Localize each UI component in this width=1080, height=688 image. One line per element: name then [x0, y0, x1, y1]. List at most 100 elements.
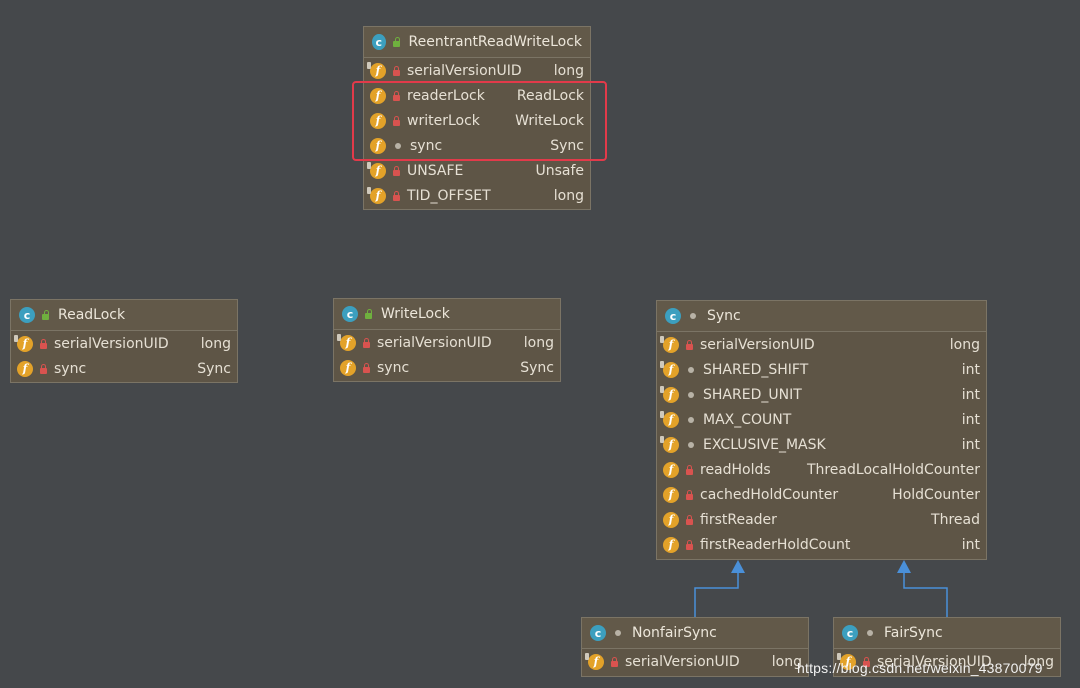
package-dot-icon: [688, 366, 694, 373]
edge-fair-to-sync: [897, 560, 948, 617]
field-row[interactable]: f readHolds ThreadLocalHoldCounter: [657, 457, 986, 482]
class-icon: c: [590, 625, 606, 641]
field-type: int: [961, 411, 980, 428]
field-type: long: [949, 336, 980, 353]
field-name: serialVersionUID: [625, 653, 740, 670]
class-title: FairSync: [884, 625, 943, 641]
field-type: Unsafe: [535, 162, 584, 179]
field-row[interactable]: f cachedHoldCounter HoldCounter: [657, 482, 986, 507]
field-name: sync: [54, 360, 87, 377]
field-name: cachedHoldCounter: [700, 486, 839, 503]
private-icon: [392, 190, 401, 201]
field-type: Sync: [520, 359, 554, 376]
field-type: Sync: [197, 360, 231, 377]
private-icon: [392, 65, 401, 76]
class-node-sync[interactable]: c Sync f serialVersionUID long f SHARED_…: [656, 300, 987, 560]
class-node-readlock[interactable]: c ReadLock f serialVersionUID long f syn…: [10, 299, 238, 383]
field-icon: f: [367, 186, 386, 204]
field-type: long: [523, 334, 554, 351]
field-name: MAX_COUNT: [703, 411, 792, 428]
package-dot-icon: [688, 391, 694, 398]
class-title: Sync: [707, 308, 741, 324]
class-title: WriteLock: [381, 306, 450, 322]
private-icon: [685, 464, 694, 475]
package-dot-icon: [690, 313, 696, 319]
field-name: serialVersionUID: [407, 62, 522, 79]
field-name: serialVersionUID: [377, 334, 492, 351]
field-icon: f: [340, 359, 356, 376]
field-row[interactable]: f serialVersionUID long: [11, 331, 237, 356]
field-icon: f: [367, 61, 386, 79]
field-name: UNSAFE: [407, 162, 464, 179]
class-node-writelock[interactable]: c WriteLock f serialVersionUID long f sy…: [333, 298, 561, 382]
field-row[interactable]: f TID_OFFSET long: [364, 183, 590, 208]
node-header: c WriteLock: [334, 299, 560, 330]
class-title: ReentrantReadWriteLock: [408, 34, 582, 50]
field-row[interactable]: f serialVersionUID long: [582, 649, 808, 674]
private-icon: [685, 514, 694, 525]
public-icon: [392, 37, 401, 47]
watermark-text: https://blog.csdn.net/weixin_43870079: [797, 660, 1043, 676]
field-row[interactable]: f sync Sync: [11, 356, 237, 381]
node-header: c NonfairSync: [582, 618, 808, 649]
field-icon: f: [367, 161, 386, 179]
package-dot-icon: [867, 630, 873, 636]
field-icon: f: [663, 461, 679, 478]
field-icon: f: [660, 410, 679, 428]
field-row[interactable]: f SHARED_UNIT int: [657, 382, 986, 407]
field-type: long: [553, 187, 584, 204]
field-name: SHARED_SHIFT: [703, 361, 809, 378]
class-node-nonfairsync[interactable]: c NonfairSync f serialVersionUID long: [581, 617, 809, 677]
class-icon: c: [842, 625, 858, 641]
class-title: ReadLock: [58, 307, 126, 323]
field-icon: f: [663, 511, 679, 528]
class-icon: c: [19, 307, 35, 323]
field-name: sync: [377, 359, 410, 376]
node-header: c FairSync: [834, 618, 1060, 649]
package-dot-icon: [688, 416, 694, 423]
field-name: firstReaderHoldCount: [700, 536, 851, 553]
field-name: EXCLUSIVE_MASK: [703, 436, 826, 453]
private-icon: [39, 363, 48, 374]
field-type: int: [961, 361, 980, 378]
field-icon: f: [663, 486, 679, 503]
private-icon: [392, 165, 401, 176]
private-icon: [685, 539, 694, 550]
field-row[interactable]: f SHARED_SHIFT int: [657, 357, 986, 382]
field-name: serialVersionUID: [54, 335, 169, 352]
field-type: Thread: [931, 511, 980, 528]
field-row[interactable]: f firstReaderHoldCount int: [657, 532, 986, 557]
package-dot-icon: [688, 441, 694, 448]
field-icon: f: [660, 360, 679, 378]
package-dot-icon: [615, 630, 621, 636]
field-name: SHARED_UNIT: [703, 386, 802, 403]
field-type: int: [961, 436, 980, 453]
field-icon: f: [337, 333, 356, 351]
field-type: int: [961, 536, 980, 553]
field-name: serialVersionUID: [700, 336, 815, 353]
class-icon: c: [342, 306, 358, 322]
field-row[interactable]: f serialVersionUID long: [364, 58, 590, 83]
field-icon: f: [17, 360, 33, 377]
field-icon: f: [663, 536, 679, 553]
field-icon: f: [660, 435, 679, 453]
field-name: firstReader: [700, 511, 777, 528]
field-type: long: [553, 62, 584, 79]
field-row[interactable]: f serialVersionUID long: [657, 332, 986, 357]
field-row[interactable]: f firstReader Thread: [657, 507, 986, 532]
field-row[interactable]: f serialVersionUID long: [334, 330, 560, 355]
highlight-box: [352, 81, 607, 161]
field-row[interactable]: f MAX_COUNT int: [657, 407, 986, 432]
private-icon: [362, 337, 371, 348]
field-icon: f: [660, 385, 679, 403]
public-icon: [364, 309, 373, 319]
node-header: c ReentrantReadWriteLock: [364, 27, 590, 58]
field-row[interactable]: f EXCLUSIVE_MASK int: [657, 432, 986, 457]
field-type: HoldCounter: [892, 486, 980, 503]
node-header: c Sync: [657, 301, 986, 332]
field-icon: f: [660, 335, 679, 353]
node-header: c ReadLock: [11, 300, 237, 331]
field-row[interactable]: f UNSAFE Unsafe: [364, 158, 590, 183]
field-type: long: [200, 335, 231, 352]
field-row[interactable]: f sync Sync: [334, 355, 560, 380]
